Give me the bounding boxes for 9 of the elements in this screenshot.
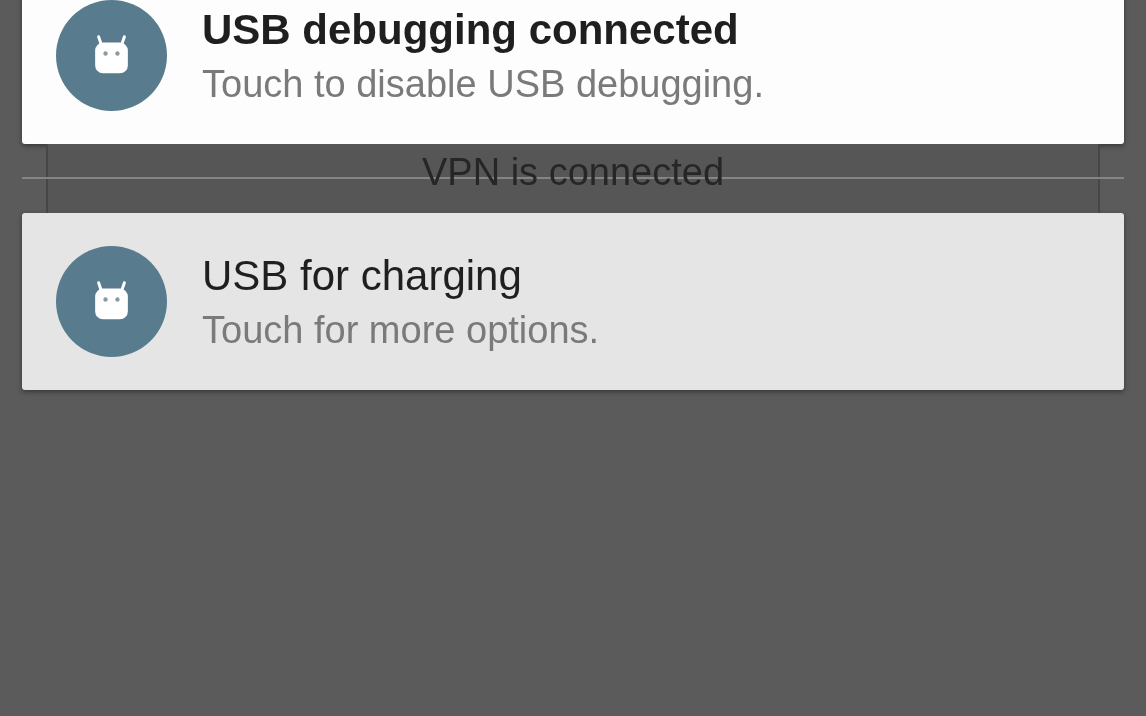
- notification-card[interactable]: USB debugging connected Touch to disable USB debugging.: [22, 0, 1124, 144]
- notification-title: USB for charging: [202, 250, 523, 301]
- notification-text: Touch for more options.: [202, 307, 600, 353]
- notification-title: USB debugging connected: [202, 4, 740, 55]
- notification-card[interactable]: USB for charging Touch for more options.: [22, 213, 1124, 390]
- notification-text: Touch to disable USB debugging.: [202, 61, 764, 107]
- notification-title: VPN is connected: [421, 150, 725, 194]
- robot-head-icon: [56, 0, 167, 111]
- robot-head-icon: [56, 246, 167, 357]
